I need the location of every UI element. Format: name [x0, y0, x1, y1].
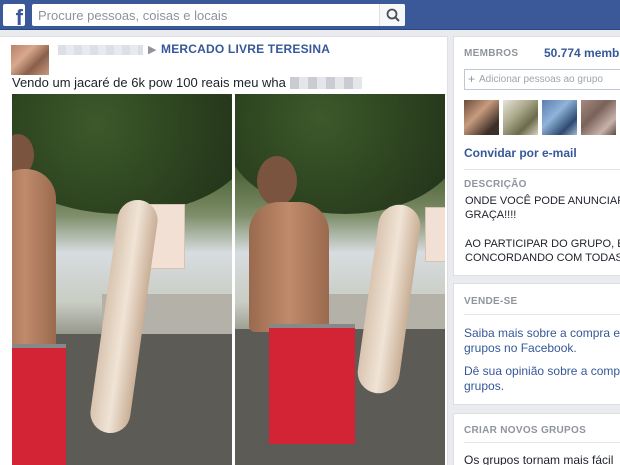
member-avatar[interactable]	[581, 100, 616, 135]
search-button[interactable]	[379, 4, 405, 26]
add-people-field: +	[464, 69, 620, 90]
search-input[interactable]	[32, 4, 377, 26]
member-thumbnails	[464, 100, 616, 135]
top-navigation-bar: f	[0, 0, 620, 30]
member-avatar[interactable]	[503, 100, 538, 135]
members-count-link[interactable]: 50.774 membros	[544, 46, 620, 60]
redacted-phone-number	[289, 77, 362, 89]
group-about-panel: MEMBROS 50.774 membros + Convidar por e-…	[453, 36, 620, 276]
description-text-2: AO PARTICIPAR DO GRUPO, ES CONCORDANDO C…	[465, 238, 620, 264]
divider	[464, 314, 620, 315]
description-text-1: ONDE VOCÊ PODE ANUNCIAR GRAÇA!!!!	[465, 195, 620, 221]
author-name-blurred[interactable]	[58, 45, 143, 55]
feed-post: ▶ MERCADO LIVRE TERESINA Vendo um jacaré…	[0, 36, 448, 465]
divider	[464, 169, 620, 170]
right-arrow-icon: ▶	[148, 44, 157, 56]
give-feedback-link[interactable]: Dê sua opinião sobre a compra grupos.	[464, 364, 620, 394]
group-name-link[interactable]: MERCADO LIVRE TERESINA	[161, 42, 330, 56]
plus-icon: +	[468, 72, 476, 86]
divider	[464, 442, 620, 443]
create-groups-text: Os grupos tornam mais fácil	[464, 453, 614, 465]
sell-panel: VENDE-SE Saiba mais sobre a compra e v g…	[453, 283, 620, 405]
facebook-logo-icon[interactable]: f	[3, 4, 25, 29]
sell-header: VENDE-SE	[464, 296, 518, 307]
author-avatar[interactable]	[11, 45, 49, 75]
description-header: DESCRIÇÃO	[464, 179, 527, 190]
search-icon	[386, 8, 400, 22]
create-groups-panel: CRIAR NOVOS GRUPOS Os grupos tornam mais…	[453, 413, 620, 465]
post-photo-2[interactable]	[235, 94, 445, 465]
members-header: MEMBROS	[464, 48, 519, 59]
post-text-content: Vendo um jacaré de 6k pow 100 reais meu …	[12, 75, 286, 90]
post-photo-1[interactable]	[12, 94, 232, 465]
search-box	[32, 4, 405, 26]
learn-buying-selling-link[interactable]: Saiba mais sobre a compra e v grupos no …	[464, 326, 620, 356]
post-text: Vendo um jacaré de 6k pow 100 reais meu …	[12, 75, 362, 90]
member-avatar[interactable]	[464, 100, 499, 135]
invite-by-email-link[interactable]: Convidar por e-mail	[464, 146, 577, 160]
create-groups-header: CRIAR NOVOS GRUPOS	[464, 425, 587, 436]
add-people-input[interactable]	[479, 70, 620, 89]
member-avatar[interactable]	[542, 100, 577, 135]
